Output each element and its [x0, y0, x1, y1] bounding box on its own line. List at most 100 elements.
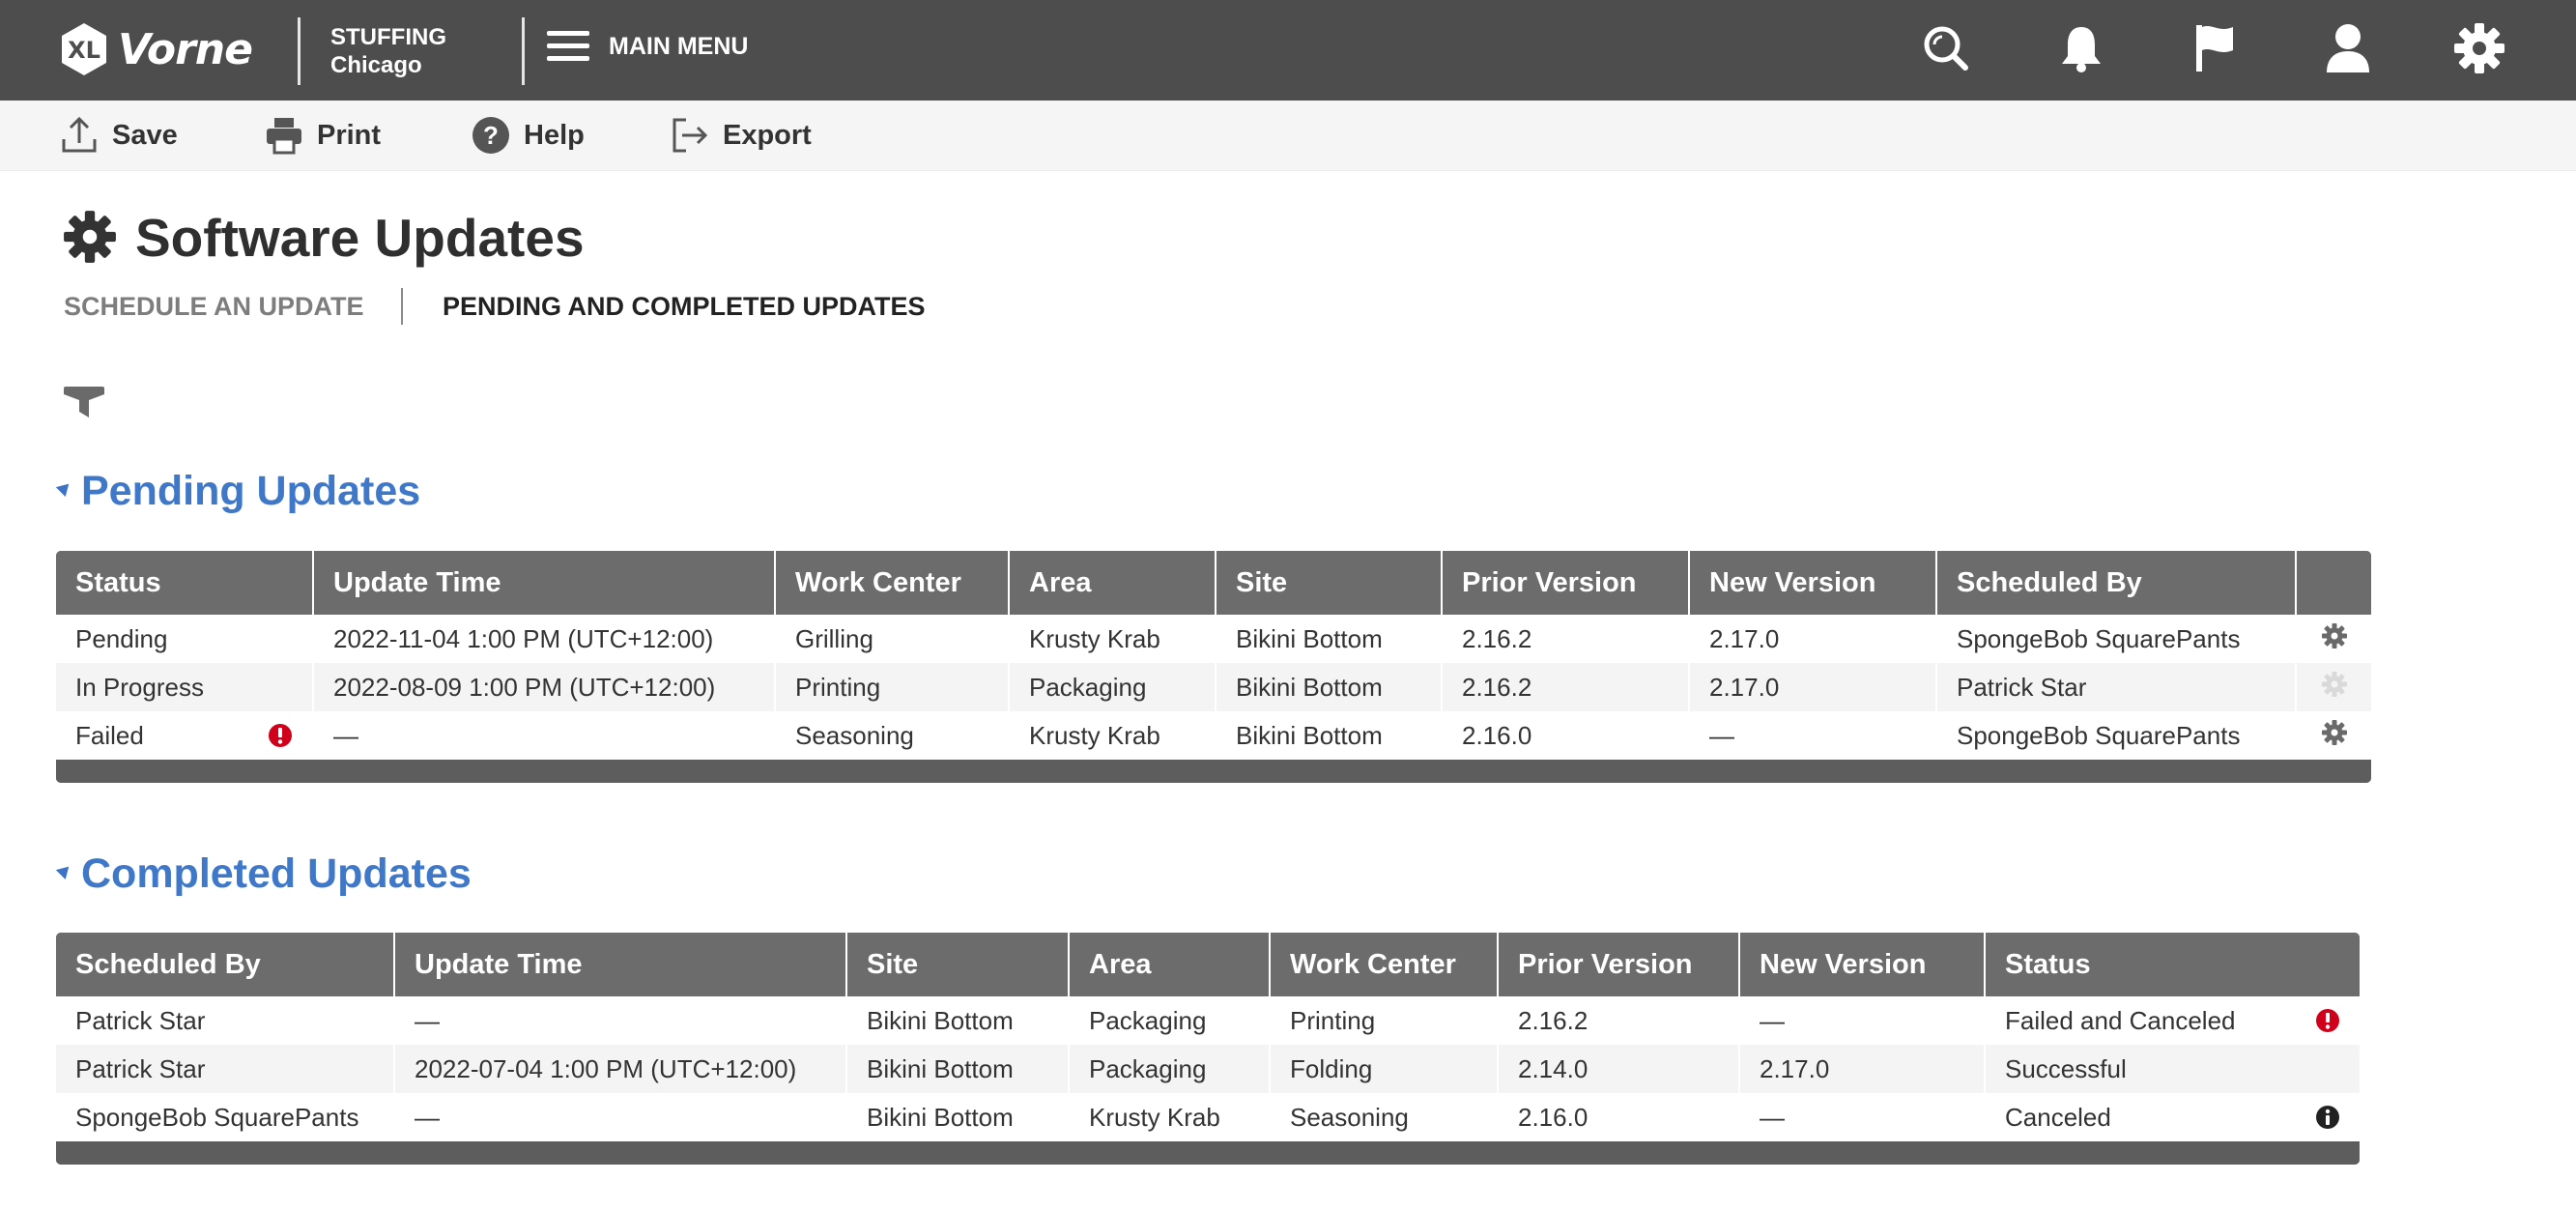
table-header-row: Status Update Time Work Center Area Site…	[56, 551, 2371, 615]
xl-logo-icon: XL	[62, 23, 106, 75]
main-menu-label: MAIN MENU	[609, 32, 749, 60]
column-header[interactable]: Work Center	[775, 551, 1010, 615]
search-button[interactable]	[1915, 17, 1977, 79]
scheduled-by-cell: SpongeBob SquarePants	[56, 1093, 395, 1141]
column-header[interactable]: Work Center	[1270, 933, 1499, 996]
settings-button[interactable]	[2448, 17, 2510, 79]
info-icon[interactable]	[2315, 1105, 2340, 1130]
plant-location: Chicago	[330, 52, 422, 78]
help-icon: ?	[472, 117, 509, 154]
scheduled-by-cell: SpongeBob SquarePants	[1936, 615, 2297, 663]
column-header	[2296, 551, 2371, 615]
row-actions-cell	[2296, 663, 2371, 711]
update-time-cell: 2022-07-04 1:00 PM (UTC+12:00)	[394, 1045, 847, 1093]
status-cell: Failed and Canceled	[1985, 996, 2360, 1045]
site-cell: Bikini Bottom	[1216, 615, 1443, 663]
prior-version-cell: 2.16.2	[1498, 996, 1740, 1045]
print-button[interactable]: Print	[265, 116, 381, 155]
plant-selector[interactable]: STUFFING Chicago	[330, 23, 446, 79]
gear-icon	[64, 211, 116, 263]
pending-updates-table: Status Update Time Work Center Area Site…	[56, 551, 2371, 783]
flag-button[interactable]	[2184, 17, 2246, 79]
column-header[interactable]: Area	[1069, 933, 1271, 996]
new-version-cell: 2.17.0	[1739, 1045, 1986, 1093]
column-header[interactable]: Prior Version	[1442, 551, 1690, 615]
gear-icon[interactable]	[2321, 719, 2348, 746]
tab-pending-completed[interactable]: PENDING AND COMPLETED UPDATES	[443, 292, 926, 322]
completed-updates-table: Scheduled By Update Time Site Area Work …	[56, 933, 2360, 1165]
help-button[interactable]: ? Help	[472, 116, 585, 155]
table-row[interactable]: Patrick Star — Bikini Bottom Packaging P…	[56, 996, 2360, 1045]
column-header[interactable]: Scheduled By	[1936, 551, 2297, 615]
gear-icon	[2454, 23, 2504, 73]
completed-section-toggle[interactable]: Completed Updates	[55, 850, 472, 898]
error-icon	[2316, 1009, 2339, 1032]
help-label: Help	[524, 119, 585, 151]
table-row[interactable]: In Progress 2022-08-09 1:00 PM (UTC+12:0…	[56, 663, 2371, 711]
update-time-cell: —	[394, 1093, 847, 1141]
prior-version-cell: 2.16.2	[1442, 615, 1690, 663]
svg-text:?: ?	[483, 121, 499, 150]
column-header[interactable]: Status	[1985, 933, 2360, 996]
status-cell: Canceled	[1985, 1093, 2360, 1141]
update-time-cell: 2022-08-09 1:00 PM (UTC+12:00)	[313, 663, 776, 711]
pending-section-toggle[interactable]: Pending Updates	[55, 468, 420, 515]
bell-icon	[2062, 27, 2101, 72]
search-icon	[1924, 26, 1968, 71]
vorne-logo[interactable]: XL Vorne	[56, 17, 253, 81]
column-header[interactable]: Area	[1009, 551, 1216, 615]
new-version-cell: 2.17.0	[1689, 615, 1937, 663]
work-center-cell: Folding	[1270, 1045, 1499, 1093]
column-header[interactable]: Update Time	[394, 933, 847, 996]
work-center-cell: Printing	[775, 663, 1010, 711]
notifications-button[interactable]	[2050, 17, 2112, 79]
column-header[interactable]: New Version	[1689, 551, 1937, 615]
tab-schedule-update[interactable]: SCHEDULE AN UPDATE	[64, 292, 364, 322]
main-menu-button[interactable]: MAIN MENU	[547, 29, 748, 64]
error-icon	[269, 724, 292, 747]
gear-icon[interactable]	[2321, 622, 2348, 649]
table-row[interactable]: Pending 2022-11-04 1:00 PM (UTC+12:00) G…	[56, 615, 2371, 663]
column-header[interactable]: Update Time	[313, 551, 776, 615]
table-row[interactable]: SpongeBob SquarePants — Bikini Bottom Kr…	[56, 1093, 2360, 1141]
column-header[interactable]: New Version	[1739, 933, 1986, 996]
prior-version-cell: 2.16.0	[1498, 1093, 1740, 1141]
print-label: Print	[317, 119, 382, 151]
save-button[interactable]: Save	[60, 116, 178, 155]
status-cell: Successful	[1985, 1045, 2360, 1093]
top-bar: XL Vorne STUFFING Chicago MAIN MENU	[0, 0, 2576, 101]
column-header[interactable]: Scheduled By	[56, 933, 395, 996]
export-label: Export	[723, 119, 812, 151]
section-title: Completed Updates	[81, 850, 472, 897]
column-header[interactable]: Site	[846, 933, 1070, 996]
area-cell: Krusty Krab	[1009, 711, 1216, 760]
status-text: Failed and Canceled	[2005, 1005, 2236, 1035]
area-cell: Packaging	[1069, 996, 1271, 1045]
column-header[interactable]: Prior Version	[1498, 933, 1740, 996]
filter-icon[interactable]	[62, 385, 106, 419]
flag-icon	[2196, 25, 2233, 72]
user-button[interactable]	[2317, 17, 2379, 79]
scheduled-by-cell: Patrick Star	[56, 1045, 395, 1093]
column-header[interactable]: Status	[56, 551, 314, 615]
work-center-cell: Printing	[1270, 996, 1499, 1045]
upload-icon	[62, 116, 97, 153]
scheduled-by-cell: Patrick Star	[1936, 663, 2297, 711]
user-icon	[2327, 24, 2369, 72]
plant-name: STUFFING	[330, 24, 446, 50]
toolbar: Save Print ? Help Export	[0, 101, 2576, 171]
page-title: Software Updates	[135, 208, 585, 268]
column-header[interactable]: Site	[1216, 551, 1443, 615]
status-cell: Pending	[56, 615, 314, 663]
work-center-cell: Seasoning	[1270, 1093, 1499, 1141]
prior-version-cell: 2.16.2	[1442, 663, 1690, 711]
export-button[interactable]: Export	[671, 116, 812, 155]
scheduled-by-cell: SpongeBob SquarePants	[1936, 711, 2297, 760]
site-cell: Bikini Bottom	[1216, 711, 1443, 760]
table-row[interactable]: Patrick Star 2022-07-04 1:00 PM (UTC+12:…	[56, 1045, 2360, 1093]
save-label: Save	[112, 119, 178, 151]
table-row[interactable]: Failed — Seasoning Krusty Krab Bikini Bo…	[56, 711, 2371, 760]
prior-version-cell: 2.16.0	[1442, 711, 1690, 760]
update-time-cell: —	[313, 711, 776, 760]
new-version-cell: 2.17.0	[1689, 663, 1937, 711]
